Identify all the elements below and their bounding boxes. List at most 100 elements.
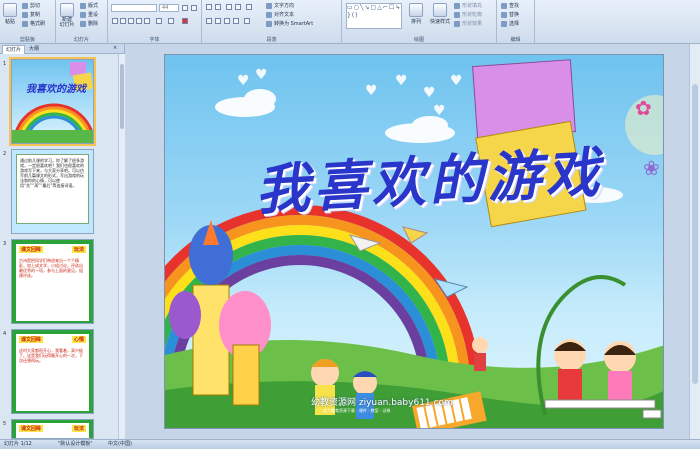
canvas-scroll-thumb[interactable]: [692, 84, 698, 384]
clipboard-group: 粘贴 剪切 复制 格式刷 剪贴板: [0, 0, 56, 44]
layout-button[interactable]: 版式: [80, 2, 98, 9]
increase-indent-icon[interactable]: [235, 4, 241, 10]
underline-icon[interactable]: [128, 18, 134, 24]
editing-group: 查找 替换 选择 编辑: [497, 0, 535, 44]
pane-scrollbar[interactable]: [118, 54, 125, 439]
status-bar: 幻灯片 1/12 "默认设计模板" 中文(中国): [0, 439, 700, 449]
shrink-font-icon[interactable]: [191, 5, 197, 11]
shape-fill-button[interactable]: 形状填充: [454, 2, 482, 9]
svg-text:♥: ♥: [395, 73, 408, 89]
bullets-icon[interactable]: [206, 4, 212, 10]
arrange-button[interactable]: 排列: [406, 3, 426, 25]
new-slide-button[interactable]: 新建 幻灯片: [58, 3, 76, 28]
align-center-icon[interactable]: [215, 18, 221, 24]
shadow-icon[interactable]: [144, 18, 150, 24]
thumb-body-text: 通过前几课的学习，你了解了很多游戏，一定很喜欢吧？我们也很喜欢的游戏写下来，与大…: [16, 154, 89, 224]
thumb-card: 课文回眸 玩法 古诗是把同学们带进来出一个个精彩，加上成文学，小组讨论，评选出最…: [16, 244, 89, 321]
slide-thumbnail-2[interactable]: 通过前几课的学习，你了解了很多游戏，一定很喜欢吧？我们也很喜欢的游戏写下来，与大…: [11, 149, 94, 234]
drawing-group: ▭○╲↘▢△⌐☐↳⇨☆{ }() 排列 快速样式 形状填充 形状轮廓 形状效果 …: [342, 0, 497, 44]
align-text-button[interactable]: 对齐文本: [266, 11, 294, 18]
close-pane-icon[interactable]: ×: [113, 45, 117, 51]
tab-outline[interactable]: 大纲: [26, 45, 42, 54]
find-button[interactable]: 查找: [501, 2, 519, 9]
slide-thumbnail-4[interactable]: 课文回眸 心情 这时大家都很开心，我看着，高兴极了。这是我们玩得最开心的一次，下…: [11, 329, 94, 414]
grow-font-icon[interactable]: [182, 5, 188, 11]
font-size-field[interactable]: 44: [159, 4, 179, 12]
shape-effects-button[interactable]: 形状效果: [454, 20, 482, 27]
copy-icon: [22, 11, 28, 18]
reset-button[interactable]: 重设: [80, 11, 98, 18]
slide-number: 2: [3, 151, 7, 157]
slide-canvas: ♥ ♥ ♥ ♥ ♥ ♥ ♥ ✿ ❀ 我喜欢的游戏 幼教资源网 ziyuan.ba…: [125, 44, 689, 439]
justify-icon[interactable]: [233, 18, 239, 24]
slide-number: 1: [3, 61, 7, 67]
replace-button[interactable]: 替换: [501, 11, 519, 18]
bold-icon[interactable]: [112, 18, 118, 24]
arrange-icon: [409, 3, 423, 17]
svg-text:♥: ♥: [255, 67, 268, 83]
tab-slides[interactable]: 幻灯片: [2, 45, 26, 54]
delete-icon: [80, 20, 86, 27]
numbering-icon[interactable]: [215, 4, 221, 10]
align-left-icon[interactable]: [206, 18, 212, 24]
font-name-field[interactable]: [111, 4, 157, 12]
smartart-button[interactable]: 转换为 SmartArt: [266, 20, 313, 27]
format-painter-button[interactable]: 格式刷: [22, 20, 45, 27]
thumb-body-text: 这时大家都很开心，我看着，高兴极了。这是我们玩得最开心的一次，下次还想再玩。: [19, 348, 83, 363]
binoculars-icon: [501, 2, 507, 9]
new-slide-icon: [60, 3, 74, 17]
thumb-heading: 课文回眸: [19, 425, 44, 432]
brush-icon: [22, 20, 28, 27]
fill-bucket-icon: [454, 2, 460, 9]
canvas-scrollbar[interactable]: [689, 44, 700, 439]
paste-icon: [3, 3, 17, 17]
columns-icon[interactable]: [244, 18, 250, 24]
thumb-body-text: 古诗是把同学们带进来出一个个精彩，加上成文学，小组讨论，评选出最优秀的一项，参与…: [19, 258, 83, 278]
pane-tabs: 幻灯片 大纲 ×: [0, 44, 124, 54]
replace-icon: [501, 11, 507, 18]
align-text-icon: [266, 11, 272, 18]
delete-button[interactable]: 删除: [80, 20, 98, 27]
change-case-icon[interactable]: [168, 18, 174, 24]
cut-button[interactable]: 剪切: [22, 2, 40, 9]
font-color-icon[interactable]: [182, 18, 188, 24]
thumb-badge: 玩法: [71, 425, 86, 432]
shapes-gallery[interactable]: ▭○╲↘▢△⌐☐↳⇨☆{ }(): [346, 3, 402, 29]
align-right-icon[interactable]: [224, 18, 230, 24]
quick-styles-button[interactable]: 快速样式: [428, 3, 452, 25]
slide-thumbnail-1[interactable]: 我喜欢的游戏: [9, 57, 96, 146]
decrease-indent-icon[interactable]: [226, 4, 232, 10]
scissors-icon: [22, 2, 28, 9]
language-indicator[interactable]: 中文(中国): [108, 440, 132, 449]
thumb-badge: 玩法: [71, 246, 86, 253]
thumb-card: 课文回眸 心情 这时大家都很开心，我看着，高兴极了。这是我们玩得最开心的一次，下…: [16, 334, 89, 411]
thumb-badge: 心情: [71, 336, 86, 343]
quick-styles-icon: [433, 3, 447, 17]
slides-group: 新建 幻灯片 版式 重设 删除 幻灯片: [56, 0, 108, 44]
slide-thumbnail-3[interactable]: 课文回眸 玩法 古诗是把同学们带进来出一个个精彩，加上成文学，小组讨论，评选出最…: [11, 239, 94, 324]
char-spacing-icon[interactable]: [156, 18, 162, 24]
shape-outline-button[interactable]: 形状轮廓: [454, 11, 482, 18]
italic-icon[interactable]: [120, 18, 126, 24]
pen-icon: [454, 11, 460, 18]
slide-number: 4: [3, 331, 7, 337]
strikethrough-icon[interactable]: [136, 18, 142, 24]
svg-text:❀: ❀: [643, 156, 660, 180]
svg-text:♥: ♥: [237, 73, 250, 89]
pane-scroll-thumb[interactable]: [120, 64, 124, 129]
select-button[interactable]: 选择: [501, 20, 519, 27]
slide-position: 幻灯片 1/12: [4, 441, 32, 447]
slide-number: 5: [3, 421, 7, 427]
slide-thumbnail-5[interactable]: 课文回眸 玩法: [11, 419, 94, 439]
thumb-heading: 课文回眸: [19, 246, 44, 253]
svg-text:♥: ♥: [450, 73, 463, 89]
paste-button[interactable]: 粘贴: [2, 3, 18, 25]
slide-number: 3: [3, 241, 7, 247]
text-direction-button[interactable]: 文字方向: [266, 2, 294, 9]
slide-artwork: ♥ ♥ ♥♥♥ ♥♥ ✿❀: [165, 59, 663, 428]
line-spacing-icon[interactable]: [246, 4, 252, 10]
copy-button[interactable]: 复制: [22, 11, 40, 18]
svg-text:♥: ♥: [423, 85, 436, 101]
current-slide[interactable]: ♥ ♥ ♥ ♥ ♥ ♥ ♥ ✿ ❀ 我喜欢的游戏 幼教资源网 ziyuan.ba…: [164, 54, 664, 429]
smartart-icon: [266, 20, 272, 27]
